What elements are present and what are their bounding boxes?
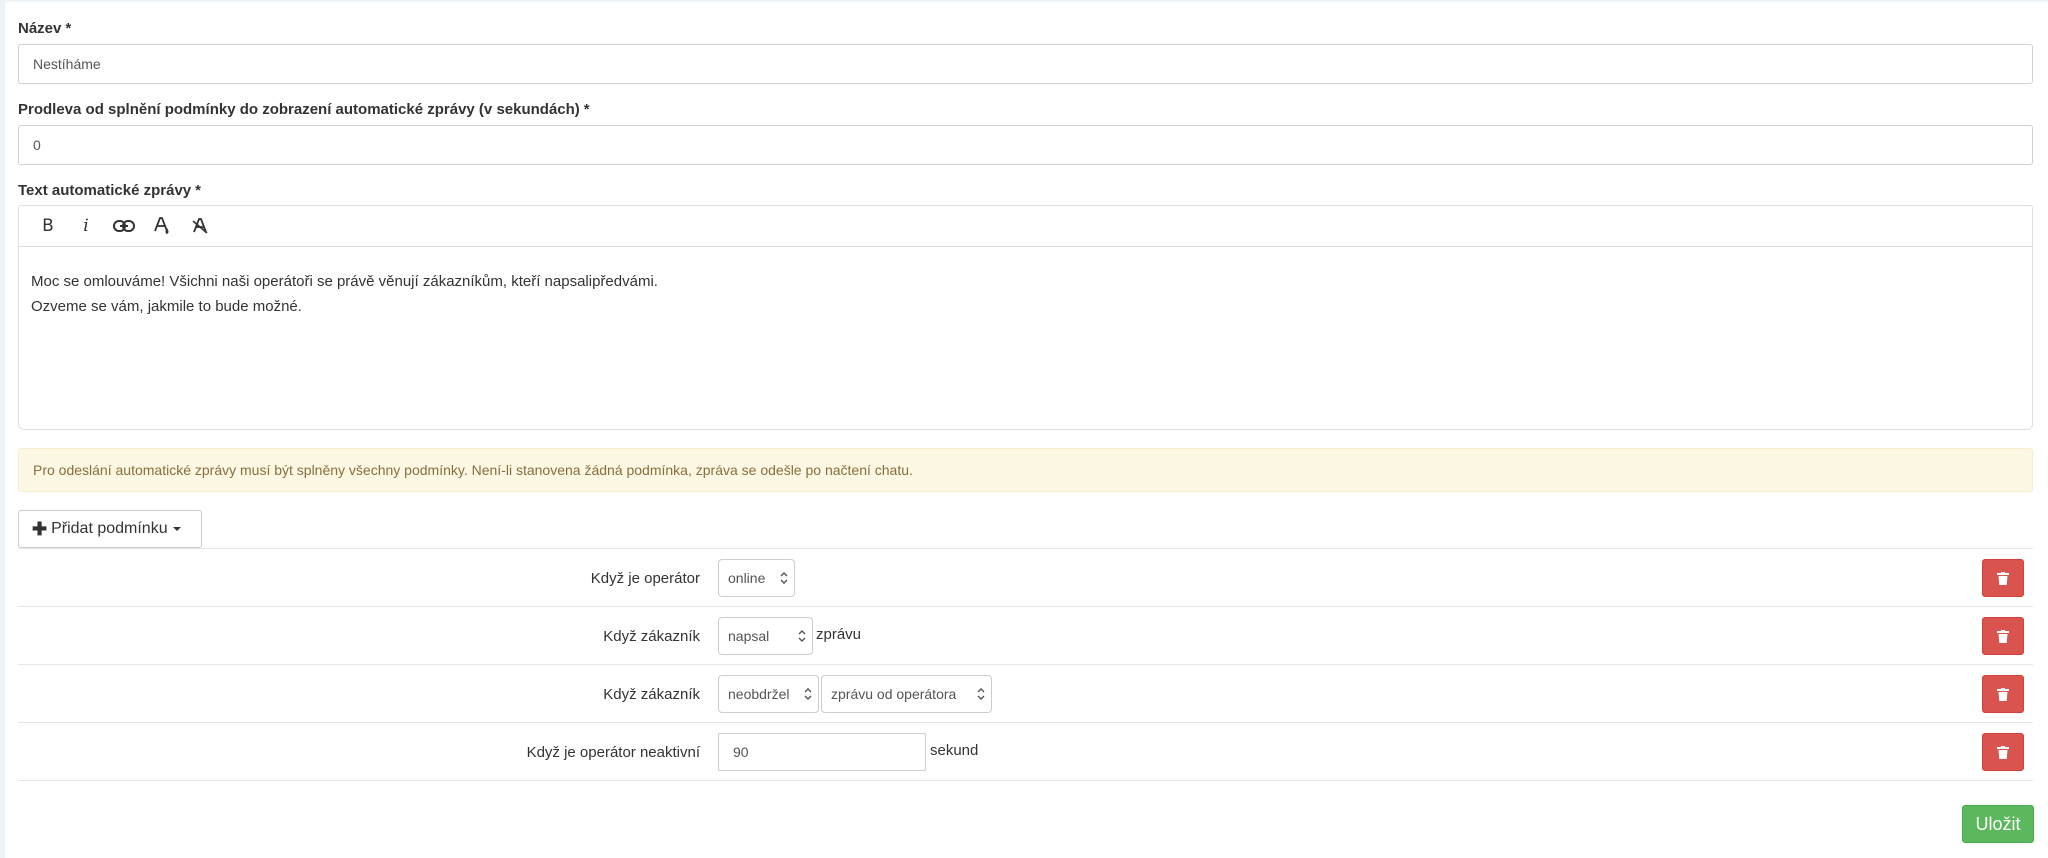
page-top-edge	[0, 0, 2048, 2]
select-value: napsal	[728, 628, 770, 644]
add-condition-button[interactable]: ✚ Přidat podmínku	[18, 510, 202, 548]
condition-label: Když je operátor neaktivní	[526, 744, 700, 761]
italic-icon: i	[83, 216, 89, 236]
divider	[18, 606, 2033, 607]
condition-label: Když zákazník	[603, 686, 700, 703]
page-left-edge	[0, 0, 5, 858]
operator-status-select[interactable]: online	[718, 559, 795, 597]
message-line-1: Moc se omlouváme! Všichni naši operátoři…	[31, 273, 658, 290]
text-color-icon	[154, 217, 169, 234]
add-condition-label: Přidat podmínku	[51, 520, 168, 537]
delete-condition-button[interactable]	[1982, 675, 2024, 713]
select-arrows-icon	[798, 630, 806, 642]
customer-received-select[interactable]: neobdržel	[718, 675, 819, 713]
select-arrows-icon	[780, 572, 788, 584]
text-label: Text automatické zprávy *	[18, 182, 201, 199]
message-line-2: Ozveme se vám, jakmile to bude možné.	[31, 298, 302, 315]
select-value: neobdržel	[728, 686, 790, 702]
select-value: online	[728, 570, 766, 586]
trash-icon	[1997, 687, 2009, 701]
bold-button[interactable]: B	[29, 210, 67, 242]
name-input[interactable]: Nestíháme	[18, 44, 2033, 84]
clear-format-button[interactable]	[181, 210, 219, 242]
divider	[18, 548, 2033, 549]
name-label-text: Název	[18, 20, 62, 37]
condition-label: Když je operátor	[590, 570, 700, 587]
divider	[18, 722, 2033, 723]
conditions-info-alert: Pro odeslání automatické zprávy musí být…	[18, 448, 2033, 492]
save-button[interactable]: Uložit	[1962, 805, 2034, 843]
clear-format-icon	[192, 218, 208, 234]
divider	[18, 780, 2033, 781]
required-mark: *	[583, 101, 590, 118]
italic-button[interactable]: i	[67, 210, 105, 242]
delete-condition-button[interactable]	[1982, 559, 2024, 597]
select-arrows-icon	[977, 688, 985, 700]
text-color-button[interactable]	[143, 210, 181, 242]
condition-label: Když zákazník	[603, 628, 700, 645]
trash-icon	[1997, 745, 2009, 759]
caret-down-icon	[172, 527, 181, 531]
divider	[18, 664, 2033, 665]
link-button[interactable]	[105, 210, 143, 242]
inactive-seconds-input[interactable]: 90	[718, 733, 926, 771]
select-arrows-icon	[804, 688, 812, 700]
condition-suffix: sekund	[930, 742, 979, 759]
link-icon	[113, 220, 135, 232]
required-mark: *	[195, 182, 201, 199]
message-editor[interactable]: Moc se omlouváme! Všichni naši operátoři…	[18, 246, 2033, 430]
delay-input[interactable]: 0	[18, 125, 2033, 165]
condition-suffix: zprávu	[816, 626, 862, 643]
select-value: zprávu od operátora	[831, 686, 957, 702]
delete-condition-button[interactable]	[1982, 733, 2024, 771]
required-mark: *	[65, 20, 72, 37]
editor-toolbar: B i	[18, 205, 2033, 246]
plus-icon: ✚	[32, 518, 48, 539]
bold-icon: B	[42, 216, 54, 236]
delay-label-text: Prodleva od splnění podmínky do zobrazen…	[18, 101, 580, 118]
customer-action-select[interactable]: napsal	[718, 617, 813, 655]
name-label: Název *	[18, 20, 71, 37]
delay-label: Prodleva od splnění podmínky do zobrazen…	[18, 101, 590, 118]
trash-icon	[1997, 571, 2009, 585]
trash-icon	[1997, 629, 2009, 643]
message-source-select[interactable]: zprávu od operátora	[821, 675, 992, 713]
delete-condition-button[interactable]	[1982, 617, 2024, 655]
text-label-text: Text automatické zprávy	[18, 182, 192, 199]
